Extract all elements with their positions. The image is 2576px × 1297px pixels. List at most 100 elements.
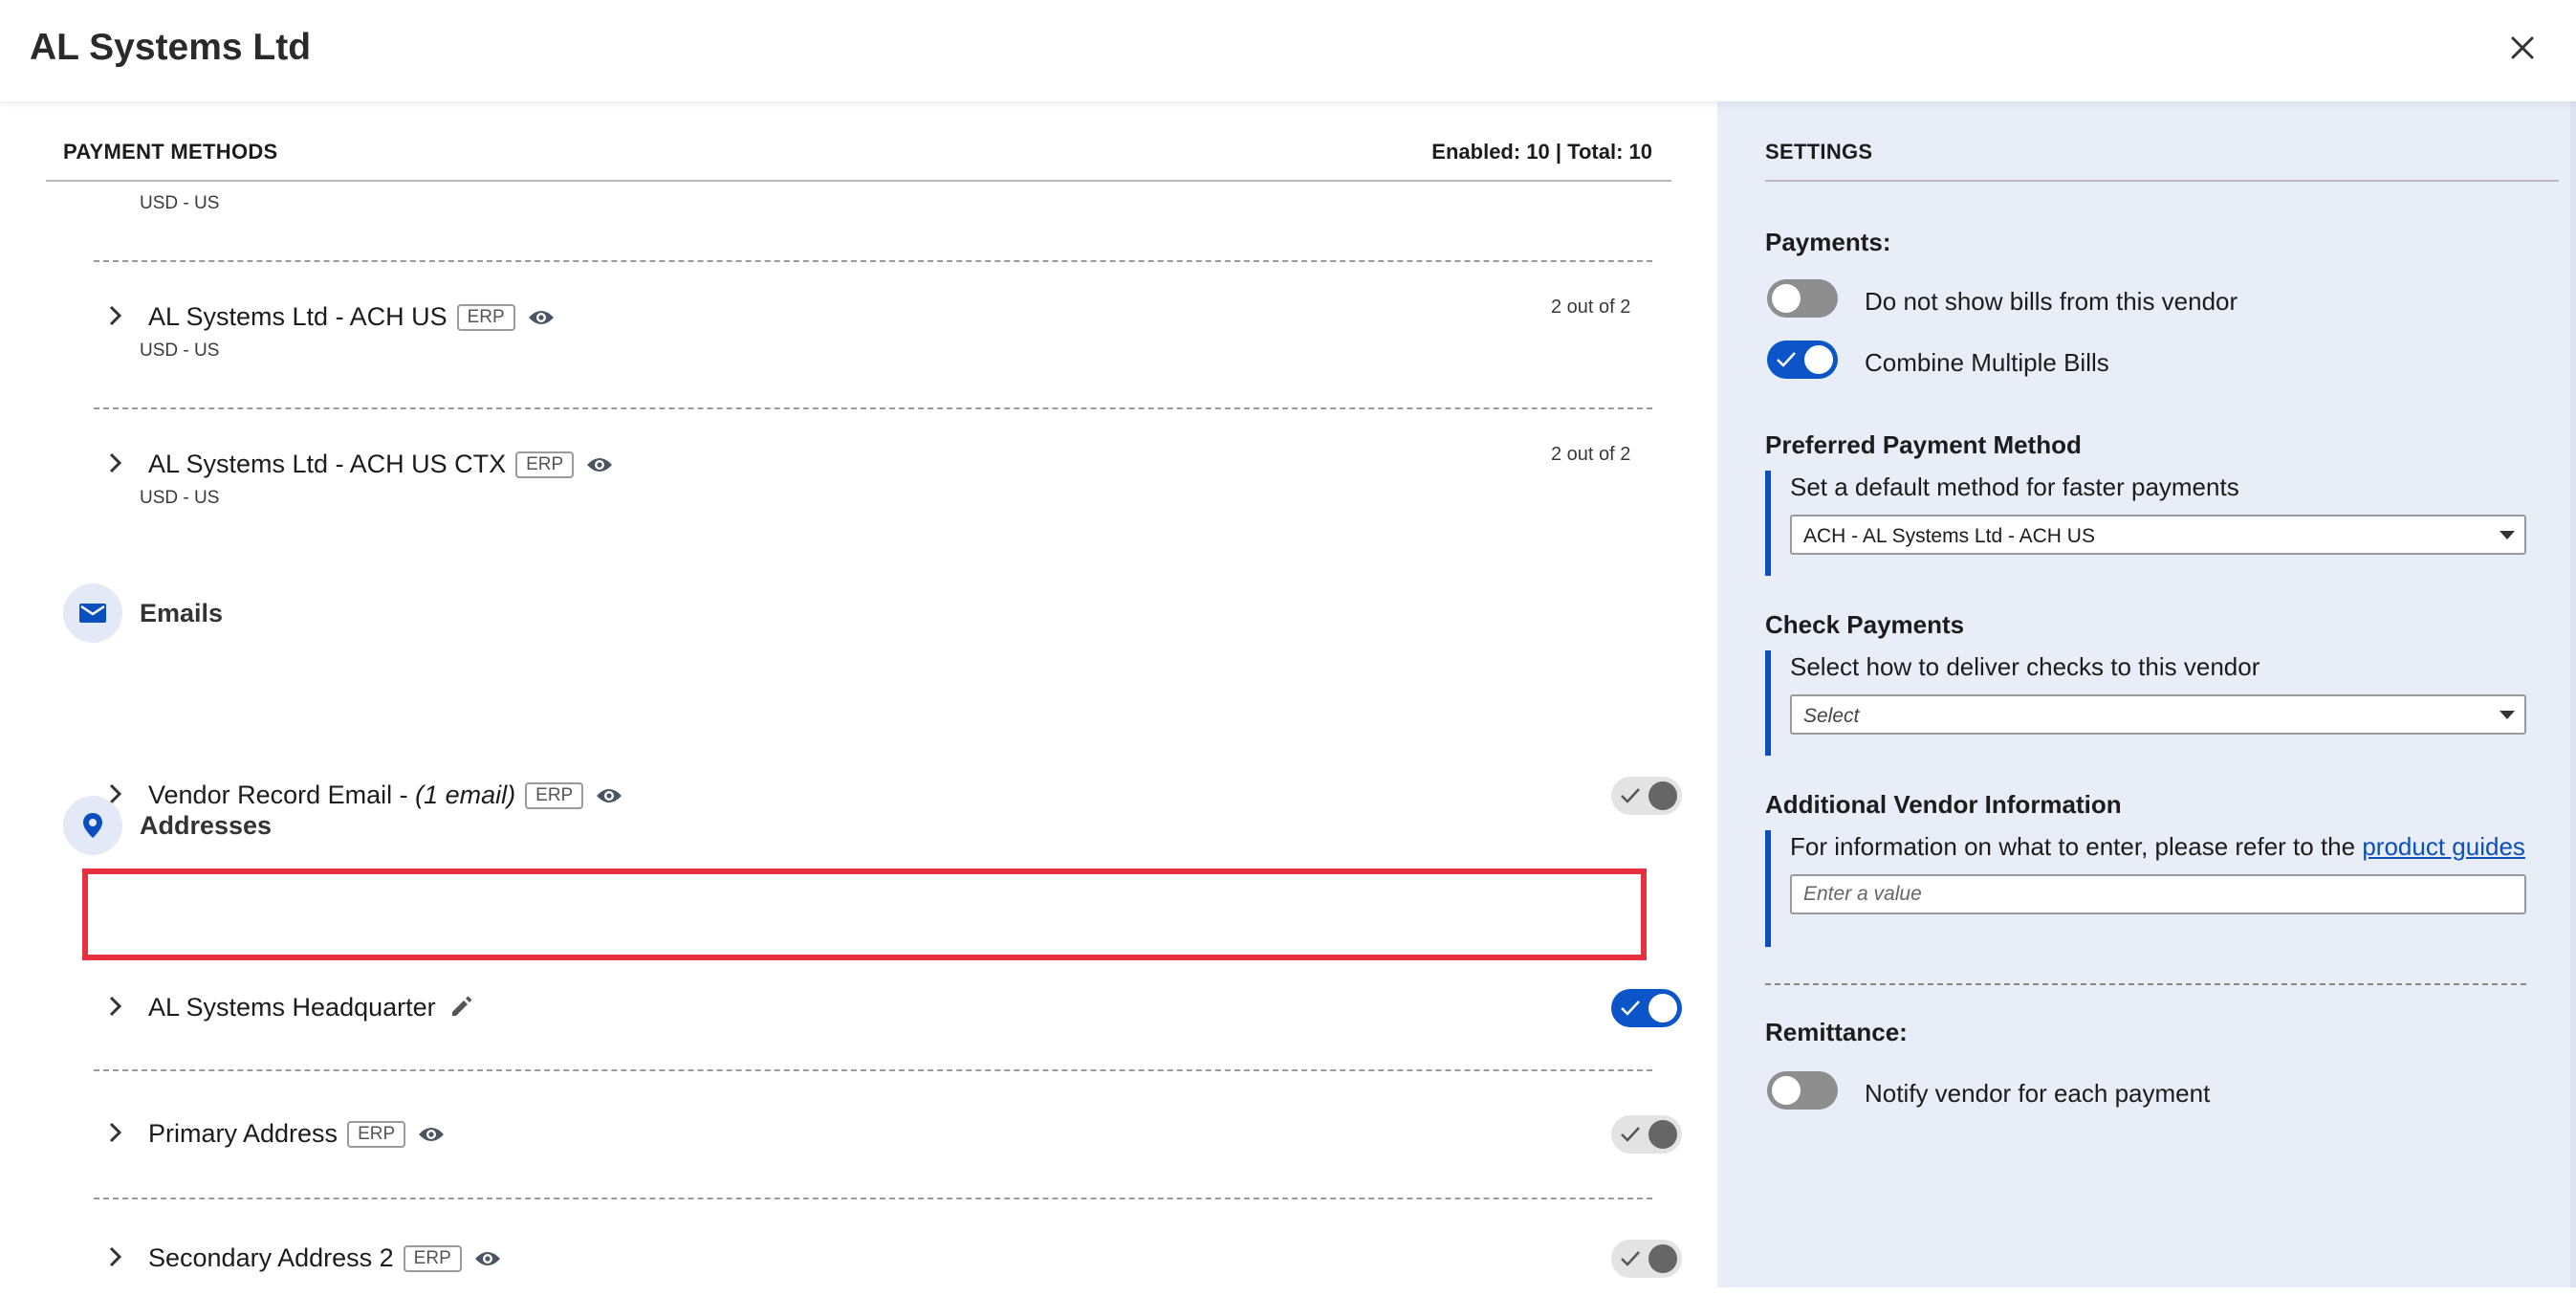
toggle-knob: [1772, 284, 1801, 313]
additional-info-help-text: For information on what to enter, please…: [1790, 832, 2363, 861]
hide-bills-toggle[interactable]: [1767, 279, 1838, 318]
toggle-knob: [1804, 345, 1833, 374]
dialog-bottom-edge: [0, 1287, 2576, 1297]
payment-methods-counts: Enabled: 10 | Total: 10: [1431, 140, 1652, 164]
envelope-icon: [79, 604, 106, 623]
close-icon[interactable]: [2503, 29, 2542, 67]
addresses-section-header: Addresses: [63, 796, 446, 855]
payment-method-name: AL Systems Ltd - ACH US: [148, 302, 448, 331]
eye-icon[interactable]: [595, 786, 623, 805]
address-toggle-headquarter[interactable]: [1611, 989, 1682, 1027]
address-row-secondary[interactable]: Secondary Address 2 ERP: [96, 1230, 1683, 1287]
address-row-primary[interactable]: Primary Address ERP: [96, 1106, 1683, 1163]
additional-info-label: Additional Vendor Information: [1765, 790, 2122, 819]
section-accent-bar: [1765, 830, 1771, 947]
chevron-right-icon[interactable]: [105, 993, 126, 1020]
check-payments-help: Select how to deliver checks to this ven…: [1790, 652, 2260, 681]
payment-method-subtitle: USD - US: [140, 341, 220, 361]
toggle-knob: [1648, 1120, 1677, 1149]
chevron-right-icon[interactable]: [105, 302, 126, 329]
row-divider: [94, 1069, 1652, 1071]
toggle-knob: [1648, 1244, 1677, 1273]
payment-method-label: AL Systems Ltd - ACH US ERP: [148, 302, 556, 332]
preferred-method-value: ACH - AL Systems Ltd - ACH US: [1803, 525, 2095, 547]
check-icon: [1777, 352, 1796, 367]
chevron-right-icon[interactable]: [105, 450, 126, 476]
combine-bills-label: Combine Multiple Bills: [1865, 348, 2109, 377]
preferred-method-help: Set a default method for faster payments: [1790, 473, 2239, 501]
payment-methods-heading: PAYMENT METHODS: [63, 140, 278, 164]
address-label: Primary Address ERP: [148, 1119, 446, 1149]
usage-count: 2 out of 2: [1551, 297, 1631, 318]
check-payments-select[interactable]: Select: [1790, 694, 2526, 735]
address-name: Primary Address: [148, 1119, 338, 1148]
payment-methods-panel: PAYMENT METHODS Enabled: 10 | Total: 10 …: [46, 101, 1682, 1297]
hide-bills-label: Do not show bills from this vendor: [1865, 287, 2238, 316]
eye-icon[interactable]: [417, 1125, 446, 1144]
erp-badge: ERP: [347, 1121, 406, 1148]
dialog-header: AL Systems Ltd: [0, 0, 2576, 101]
settings-dashed-divider: [1765, 983, 2526, 985]
envelope-icon-wrap: [63, 583, 122, 643]
preferred-method-label: Preferred Payment Method: [1765, 430, 2082, 459]
location-pin-icon-wrap: [63, 796, 122, 855]
check-icon: [1621, 788, 1640, 803]
header-divider: [46, 180, 1671, 182]
row-divider: [94, 1198, 1652, 1199]
eye-icon[interactable]: [527, 308, 556, 327]
address-name: AL Systems Headquarter: [148, 993, 436, 1022]
settings-divider: [1765, 180, 2559, 182]
usage-count: 2 out of 2: [1551, 444, 1631, 465]
notify-vendor-label: Notify vendor for each payment: [1865, 1079, 2211, 1108]
additional-info-help: For information on what to enter, please…: [1790, 832, 2525, 862]
settings-heading: SETTINGS: [1765, 140, 1873, 164]
emails-section-header: Emails: [63, 583, 446, 643]
chevron-right-icon[interactable]: [105, 1243, 126, 1270]
address-row-headquarter[interactable]: AL Systems Headquarter: [96, 979, 1683, 1037]
erp-badge: ERP: [515, 451, 575, 478]
toggle-knob: [1648, 994, 1677, 1022]
row-divider: [94, 260, 1652, 262]
product-guides-link[interactable]: product guides: [2362, 832, 2525, 861]
address-label: AL Systems Headquarter: [148, 993, 474, 1022]
notify-vendor-toggle[interactable]: [1767, 1071, 1838, 1110]
address-name: Secondary Address 2: [148, 1243, 394, 1272]
caret-down-icon: [2500, 711, 2515, 719]
pencil-icon[interactable]: [449, 994, 474, 1019]
emails-heading: Emails: [140, 599, 224, 627]
payment-method-name: AL Systems Ltd - ACH US CTX: [148, 450, 507, 478]
email-toggle[interactable]: [1611, 777, 1682, 815]
eye-icon[interactable]: [473, 1249, 502, 1268]
dialog-title: AL Systems Ltd: [30, 27, 312, 68]
eye-icon[interactable]: [585, 455, 614, 474]
payment-method-subtitle: USD - US: [140, 488, 220, 508]
settings-panel: SETTINGS Payments: Do not show bills fro…: [1717, 101, 2576, 1287]
erp-badge: ERP: [403, 1245, 462, 1272]
partial-row-subtitle: USD - US: [140, 193, 220, 213]
payment-method-row[interactable]: AL Systems Ltd - ACH US ERP 2 out of 2: [96, 289, 1683, 346]
preferred-method-select[interactable]: ACH - AL Systems Ltd - ACH US: [1790, 515, 2526, 555]
payment-method-row[interactable]: AL Systems Ltd - ACH US CTX ERP 2 out of …: [96, 436, 1683, 494]
location-pin-icon: [83, 813, 102, 838]
addresses-heading: Addresses: [140, 811, 273, 840]
check-icon: [1621, 1000, 1640, 1016]
address-toggle-secondary[interactable]: [1611, 1240, 1682, 1278]
caret-down-icon: [2500, 531, 2515, 539]
row-divider: [94, 407, 1652, 409]
check-icon: [1621, 1251, 1640, 1266]
additional-info-input[interactable]: [1790, 874, 2526, 914]
section-accent-bar: [1765, 471, 1771, 576]
chevron-right-icon[interactable]: [105, 1119, 126, 1146]
payments-label: Payments:: [1765, 228, 1891, 256]
check-payments-value: Select: [1803, 705, 1860, 727]
address-toggle-primary[interactable]: [1611, 1115, 1682, 1154]
settings-scrollbar[interactable]: [2570, 101, 2576, 1287]
highlight-box: [82, 868, 1647, 960]
check-payments-label: Check Payments: [1765, 610, 1965, 639]
erp-badge: ERP: [456, 304, 515, 331]
erp-badge: ERP: [525, 782, 584, 809]
toggle-knob: [1648, 781, 1677, 810]
check-icon: [1621, 1127, 1640, 1142]
combine-bills-toggle[interactable]: [1767, 341, 1838, 379]
section-accent-bar: [1765, 650, 1771, 756]
